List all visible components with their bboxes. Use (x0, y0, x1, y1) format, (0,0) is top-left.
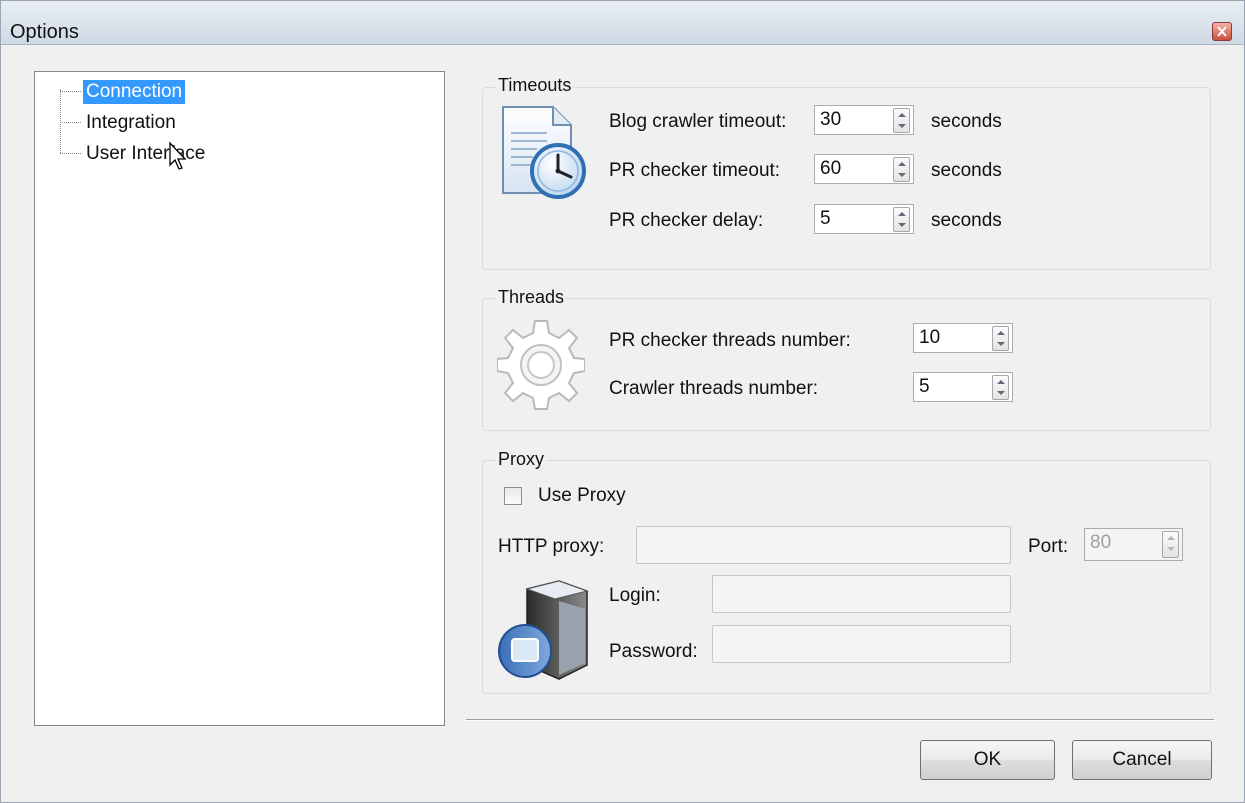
seconds-unit-label: seconds (931, 210, 1002, 231)
pr-checker-delay-label: PR checker delay: (609, 210, 764, 231)
password-label: Password: (609, 641, 698, 662)
arrow-up-icon[interactable] (1167, 536, 1175, 540)
arrow-down-icon[interactable] (997, 391, 1005, 395)
blog-crawler-timeout-label: Blog crawler timeout: (609, 111, 787, 132)
stepper-value: 30 (820, 109, 842, 130)
timeouts-group-title: Timeouts (496, 75, 574, 96)
http-proxy-label: HTTP proxy: (498, 536, 605, 557)
tree-connector (60, 153, 81, 154)
blog-crawler-timeout-stepper[interactable]: 30 (814, 105, 914, 135)
close-icon (1217, 26, 1227, 37)
stepper-value: 60 (820, 158, 842, 179)
port-stepper[interactable]: 80 (1084, 528, 1183, 561)
stepper-arrows[interactable] (893, 108, 910, 133)
arrow-up-icon[interactable] (997, 380, 1005, 384)
arrow-up-icon[interactable] (898, 162, 906, 166)
server-icon (498, 580, 589, 680)
threads-group-title: Threads (496, 287, 567, 308)
arrow-up-icon[interactable] (898, 113, 906, 117)
gear-icon (497, 320, 585, 410)
stepper-value: 5 (820, 208, 831, 229)
crawler-threads-stepper[interactable]: 5 (913, 372, 1013, 402)
arrow-down-icon[interactable] (997, 342, 1005, 346)
arrow-down-icon[interactable] (1167, 547, 1175, 551)
arrow-up-icon[interactable] (997, 331, 1005, 335)
use-proxy-checkbox[interactable] (504, 487, 522, 505)
threads-group (482, 298, 1211, 431)
arrow-down-icon[interactable] (898, 173, 906, 177)
stepper-arrows[interactable] (1162, 531, 1179, 558)
clock-document-icon (502, 106, 586, 199)
tree-connector (60, 89, 61, 153)
arrow-up-icon[interactable] (898, 212, 906, 216)
stepper-arrows[interactable] (893, 207, 910, 232)
stepper-value: 80 (1090, 532, 1112, 553)
seconds-unit-label: seconds (931, 111, 1002, 132)
stepper-arrows[interactable] (992, 375, 1009, 400)
port-label: Port: (1028, 536, 1069, 557)
arrow-down-icon[interactable] (898, 223, 906, 227)
title-bar[interactable]: Options (1, 1, 1244, 45)
password-input[interactable] (712, 625, 1011, 663)
pr-checker-timeout-label: PR checker timeout: (609, 160, 781, 181)
stepper-value: 5 (919, 376, 930, 397)
stepper-arrows[interactable] (992, 326, 1009, 351)
proxy-group-title: Proxy (496, 449, 547, 470)
tree-item-label: Connection (83, 80, 186, 104)
options-tree[interactable]: Connection Integration User Interface (34, 71, 445, 726)
seconds-unit-label: seconds (931, 160, 1002, 181)
use-proxy-label: Use Proxy (538, 485, 626, 506)
stepper-arrows[interactable] (893, 157, 910, 182)
tree-item-label: Integration (86, 112, 176, 133)
pr-checker-timeout-stepper[interactable]: 60 (814, 154, 914, 184)
tree-connector (60, 122, 81, 123)
ok-button[interactable]: OK (920, 740, 1055, 780)
options-dialog: Options Connection Integration User Inte… (0, 0, 1245, 803)
close-button[interactable] (1212, 22, 1232, 41)
http-proxy-input[interactable] (636, 526, 1011, 564)
button-separator (466, 719, 1214, 721)
mouse-cursor-icon (169, 141, 187, 170)
tree-connector (60, 91, 81, 92)
crawler-threads-label: Crawler threads number: (609, 378, 819, 399)
stepper-value: 10 (919, 327, 941, 348)
pr-checker-threads-stepper[interactable]: 10 (913, 323, 1013, 353)
window-title: Options (10, 21, 79, 43)
cancel-button[interactable]: Cancel (1072, 740, 1212, 780)
login-label: Login: (609, 585, 661, 606)
pr-checker-threads-label: PR checker threads number: (609, 330, 851, 351)
login-input[interactable] (712, 575, 1011, 613)
pr-checker-delay-stepper[interactable]: 5 (814, 204, 914, 234)
arrow-down-icon[interactable] (898, 124, 906, 128)
